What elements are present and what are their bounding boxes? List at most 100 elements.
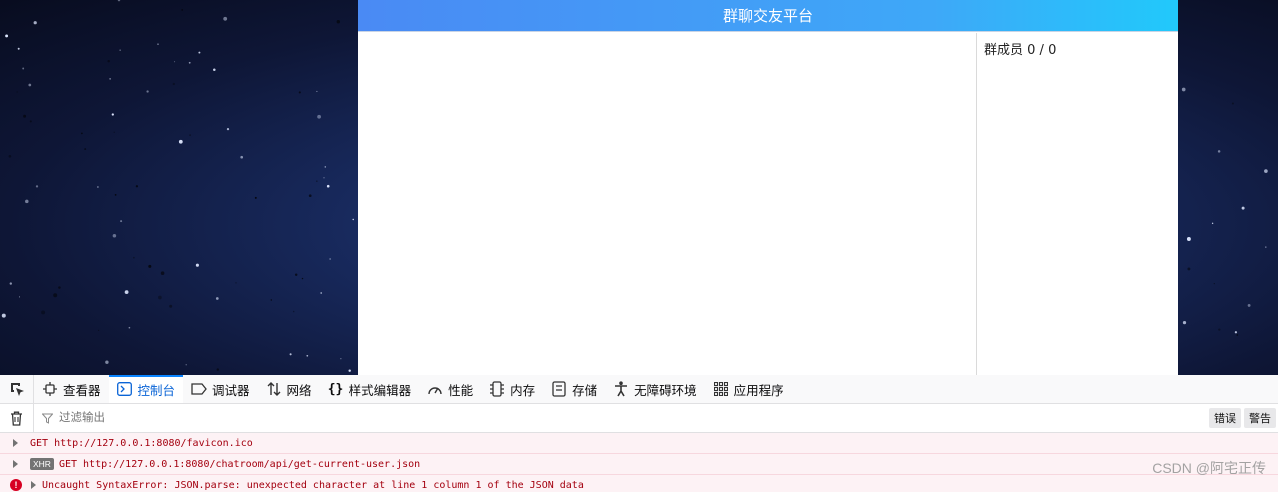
tab-accessibility[interactable]: 无障碍环境: [605, 375, 705, 403]
console-log-row[interactable]: XHR GET http://127.0.0.1:8080/chatroom/a…: [0, 454, 1278, 475]
star: [316, 90, 318, 92]
star: [133, 256, 135, 259]
star: [148, 264, 152, 268]
member-panel: 群成员 0 / 0: [978, 33, 1178, 375]
star: [189, 134, 191, 136]
star: [1236, 334, 1239, 336]
star: [340, 358, 342, 360]
tab-label: 控制台: [137, 383, 176, 398]
star: [158, 295, 162, 300]
star: [25, 199, 29, 204]
filter-level-buttons: 错误 警告: [1209, 408, 1278, 428]
console-icon: [117, 381, 133, 397]
star: [1231, 102, 1234, 105]
star: [107, 59, 110, 63]
star: [172, 82, 175, 86]
star: [1264, 169, 1268, 173]
tab-console[interactable]: 控制台: [108, 375, 184, 403]
console-error-row[interactable]: ! Uncaught SyntaxError: JSON.parse: unex…: [0, 475, 1278, 492]
star: [1182, 320, 1187, 325]
star: [105, 360, 109, 364]
star: [195, 263, 199, 267]
picker-icon: [10, 383, 24, 396]
memory-icon: [489, 381, 505, 397]
star: [254, 196, 257, 199]
style-editor-icon: {}: [327, 381, 344, 397]
star: [1, 313, 6, 318]
storage-icon: [551, 381, 567, 397]
tab-label: 样式编辑器: [348, 383, 412, 398]
star: [308, 194, 312, 198]
star: [352, 218, 354, 221]
star: [1234, 331, 1238, 334]
tab-label: 应用程序: [733, 383, 784, 398]
tab-debugger[interactable]: 调试器: [183, 375, 258, 403]
star: [326, 184, 330, 188]
star: [1247, 303, 1251, 307]
console-log-row[interactable]: GET http://127.0.0.1:8080/favicon.ico: [0, 433, 1278, 454]
devtools-panel: 查看器 控制台 调试器 网络 {} 样式编辑器 性能 内存 存储 无障碍环境 应…: [0, 375, 1278, 492]
tab-label: 内存: [510, 383, 536, 398]
filter-errors-button[interactable]: 错误: [1209, 408, 1241, 428]
trash-icon: [11, 411, 22, 426]
star: [120, 220, 123, 223]
expand-arrow-icon: [12, 460, 18, 468]
star: [84, 148, 87, 151]
star: [329, 258, 331, 260]
tab-label: 无障碍环境: [634, 383, 697, 398]
star: [185, 364, 187, 366]
expand-toggle[interactable]: [0, 460, 30, 468]
expand-arrow-icon[interactable]: [31, 481, 36, 489]
tab-style-editor[interactable]: {} 样式编辑器: [320, 375, 420, 403]
tab-label: 网络: [286, 383, 312, 398]
star: [157, 43, 159, 45]
tab-memory[interactable]: 内存: [481, 375, 543, 403]
chat-message-area[interactable]: [358, 33, 977, 375]
star: [135, 185, 139, 188]
chat-app: 群聊交友平台 群成员 0 / 0: [358, 0, 1178, 375]
filter-warnings-button[interactable]: 警告: [1244, 408, 1276, 428]
star: [320, 292, 323, 294]
app-header: 群聊交友平台: [358, 0, 1178, 32]
star: [348, 369, 351, 372]
star: [226, 127, 230, 131]
star: [58, 286, 61, 289]
tab-label: 调试器: [212, 383, 250, 398]
element-picker-button[interactable]: [0, 375, 34, 403]
expand-toggle[interactable]: [0, 439, 30, 447]
star: [240, 155, 244, 159]
tab-label: 性能: [448, 383, 474, 398]
star: [81, 132, 83, 135]
tab-inspector[interactable]: 查看器: [34, 375, 109, 403]
star: [223, 16, 228, 21]
log-message: GET http://127.0.0.1:8080/favicon.ico: [30, 437, 253, 449]
star: [22, 67, 25, 70]
debugger-icon: [191, 381, 207, 397]
star: [1213, 282, 1215, 285]
xhr-badge: XHR: [30, 458, 54, 470]
tab-application[interactable]: 应用程序: [705, 375, 792, 403]
star: [301, 277, 304, 280]
filter-output-input[interactable]: [53, 404, 1209, 432]
tab-label: 存储: [572, 383, 598, 398]
star: [146, 90, 149, 93]
tab-network[interactable]: 网络: [258, 375, 320, 403]
star: [270, 299, 272, 301]
error-icon: !: [10, 479, 22, 491]
star: [1241, 206, 1245, 210]
star: [181, 9, 184, 11]
star: [111, 113, 114, 116]
star: [216, 368, 219, 371]
members-count: 0 / 0: [1023, 43, 1057, 58]
star: [53, 293, 58, 298]
star: [23, 114, 27, 118]
star: [1211, 222, 1214, 225]
clear-console-button[interactable]: [0, 404, 34, 432]
tab-storage[interactable]: 存储: [543, 375, 605, 403]
star: [114, 194, 117, 196]
star: [109, 78, 111, 80]
star: [215, 297, 219, 300]
star: [316, 180, 318, 182]
devtools-toolbar: 查看器 控制台 调试器 网络 {} 样式编辑器 性能 内存 存储 无障碍环境 应…: [0, 375, 1278, 404]
tab-performance[interactable]: 性能: [419, 375, 481, 403]
